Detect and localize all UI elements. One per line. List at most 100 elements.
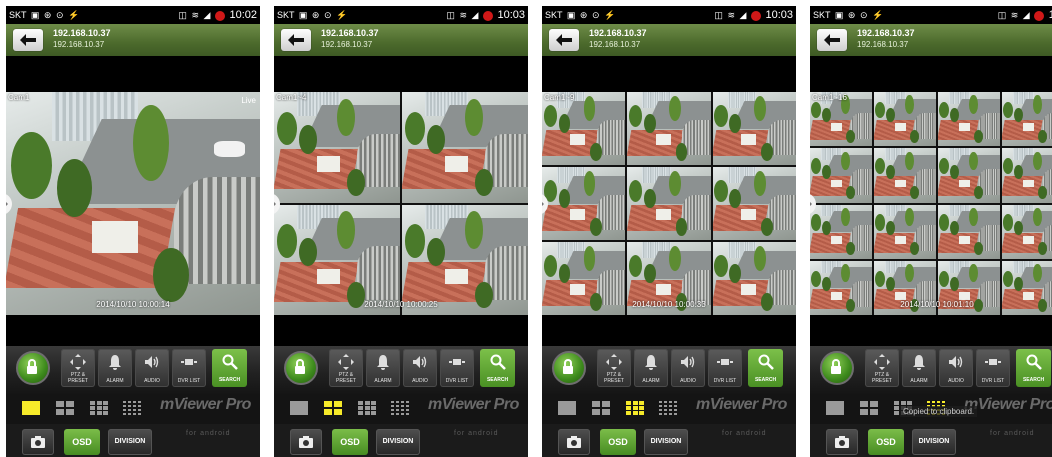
audio-button[interactable]: AUDIO [403, 349, 437, 387]
lock-button[interactable] [552, 351, 586, 385]
osd-button[interactable]: OSD [600, 429, 636, 455]
feed-tree [973, 129, 983, 143]
layout-4-button[interactable] [56, 401, 74, 415]
title-bar: 192.168.10.37 192.168.10.37 [274, 24, 528, 56]
snapshot-button[interactable] [22, 429, 54, 455]
gallery-icon: ▣ [566, 10, 576, 20]
layout-4-button[interactable] [592, 401, 610, 415]
video-area[interactable]: Cam1 Live 2014/10/10 10:00:14 [6, 92, 260, 315]
snapshot-button[interactable] [290, 429, 322, 455]
camera-tile[interactable] [542, 92, 626, 165]
camera-tile[interactable] [810, 148, 872, 203]
camera-tile[interactable] [6, 92, 260, 315]
osd-button[interactable]: OSD [64, 429, 100, 455]
camera-tile[interactable] [938, 204, 1000, 259]
feed-tree [754, 171, 766, 197]
dvr-list-button[interactable]: DVR LIST [708, 349, 742, 387]
ptz-preset-button[interactable]: PTZ & PRESET [329, 349, 363, 387]
search-button[interactable]: SEARCH [1016, 349, 1051, 387]
camera-tile[interactable] [402, 204, 528, 315]
alarm-button[interactable]: ALARM [902, 349, 936, 387]
camera-tile[interactable] [627, 92, 711, 165]
layout-4-button[interactable] [860, 401, 878, 415]
audio-button[interactable]: AUDIO [939, 349, 973, 387]
camera-tile[interactable] [938, 92, 1000, 147]
audio-button[interactable]: AUDIO [135, 349, 169, 387]
layout-9-button[interactable] [90, 401, 108, 415]
video-area[interactable]: Cam1~9 2014/10/10 10:00:33 [542, 92, 796, 315]
camera-tile[interactable] [874, 204, 936, 259]
layout-cell [601, 408, 610, 415]
feed-tree [875, 270, 886, 287]
osd-button[interactable]: OSD [868, 429, 904, 455]
lock-button[interactable] [16, 351, 50, 385]
layout-9-button[interactable] [626, 401, 644, 415]
camera-tile[interactable] [712, 92, 796, 165]
back-button[interactable] [281, 29, 311, 51]
video-area[interactable]: Cam1~4 2014/10/10 10:00:25 [274, 92, 528, 315]
back-button[interactable] [549, 29, 579, 51]
brand-logo: mViewer Pro [428, 396, 519, 413]
mute-icon: ◫ [446, 10, 455, 20]
lock-button[interactable] [820, 351, 854, 385]
feed-tree [714, 255, 728, 278]
lock-button[interactable] [284, 351, 318, 385]
layout-cell [391, 404, 395, 408]
division-button[interactable]: DIVISION [108, 429, 152, 455]
layout-1-button[interactable] [290, 401, 308, 415]
alarm-button[interactable]: ALARM [366, 349, 400, 387]
snapshot-button[interactable] [558, 429, 590, 455]
ptz-preset-button[interactable]: PTZ & PRESET [61, 349, 95, 387]
division-button[interactable]: DIVISION [644, 429, 688, 455]
layout-cell [626, 411, 631, 415]
layout-cell [405, 404, 409, 408]
camera-tile[interactable] [712, 167, 796, 240]
ptz-preset-button[interactable]: PTZ & PRESET [597, 349, 631, 387]
alarm-button[interactable]: ALARM [98, 349, 132, 387]
layout-cell [826, 401, 844, 415]
layout-1-button[interactable] [22, 401, 40, 415]
video-area[interactable]: Cam1~16 2014/10/10 10:01:10 [810, 92, 1052, 315]
search-button[interactable]: SEARCH [480, 349, 515, 387]
camera-tile[interactable] [627, 167, 711, 240]
feed-tent [92, 221, 139, 253]
division-button[interactable]: DIVISION [912, 429, 956, 455]
camera-tile[interactable] [938, 148, 1000, 203]
search-button[interactable]: SEARCH [748, 349, 783, 387]
dvr-list-button[interactable]: DVR LIST [976, 349, 1010, 387]
dvr-list-button[interactable]: DVR LIST [172, 349, 206, 387]
camera-tile[interactable] [542, 167, 626, 240]
layout-cell [137, 401, 141, 404]
camera-tile[interactable] [1002, 204, 1052, 259]
layout-16-button[interactable] [391, 401, 409, 415]
layout-9-button[interactable] [358, 401, 376, 415]
division-button[interactable]: DIVISION [376, 429, 420, 455]
layout-4-button[interactable] [324, 401, 342, 415]
alarm-button[interactable]: ALARM [634, 349, 668, 387]
audio-button[interactable]: AUDIO [671, 349, 705, 387]
layout-1-button[interactable] [558, 401, 576, 415]
camera-tile[interactable] [274, 204, 400, 315]
layout-1-button[interactable] [826, 401, 844, 415]
camera-tile[interactable] [402, 92, 528, 203]
sync-icon: ⊛ [579, 10, 588, 20]
camera-tile[interactable] [874, 148, 936, 203]
camera-tile[interactable] [1002, 92, 1052, 147]
osd-button[interactable]: OSD [332, 429, 368, 455]
ptz-preset-button[interactable]: PTZ & PRESET [865, 349, 899, 387]
snapshot-button[interactable] [826, 429, 858, 455]
camera-tile[interactable] [810, 204, 872, 259]
layout-16-button[interactable] [123, 401, 141, 415]
camera-tile[interactable] [1002, 148, 1052, 203]
back-button[interactable] [817, 29, 847, 51]
layout-16-button[interactable] [659, 401, 677, 415]
feed-tree [841, 207, 850, 227]
feed-tent [831, 179, 843, 188]
signal-icon: ⚡ [872, 10, 884, 20]
back-button[interactable] [13, 29, 43, 51]
search-button[interactable]: SEARCH [212, 349, 247, 387]
battery-icon [482, 10, 493, 21]
dvr-list-button[interactable]: DVR LIST [440, 349, 474, 387]
camera-tile[interactable] [274, 92, 400, 203]
camera-tile[interactable] [874, 92, 936, 147]
